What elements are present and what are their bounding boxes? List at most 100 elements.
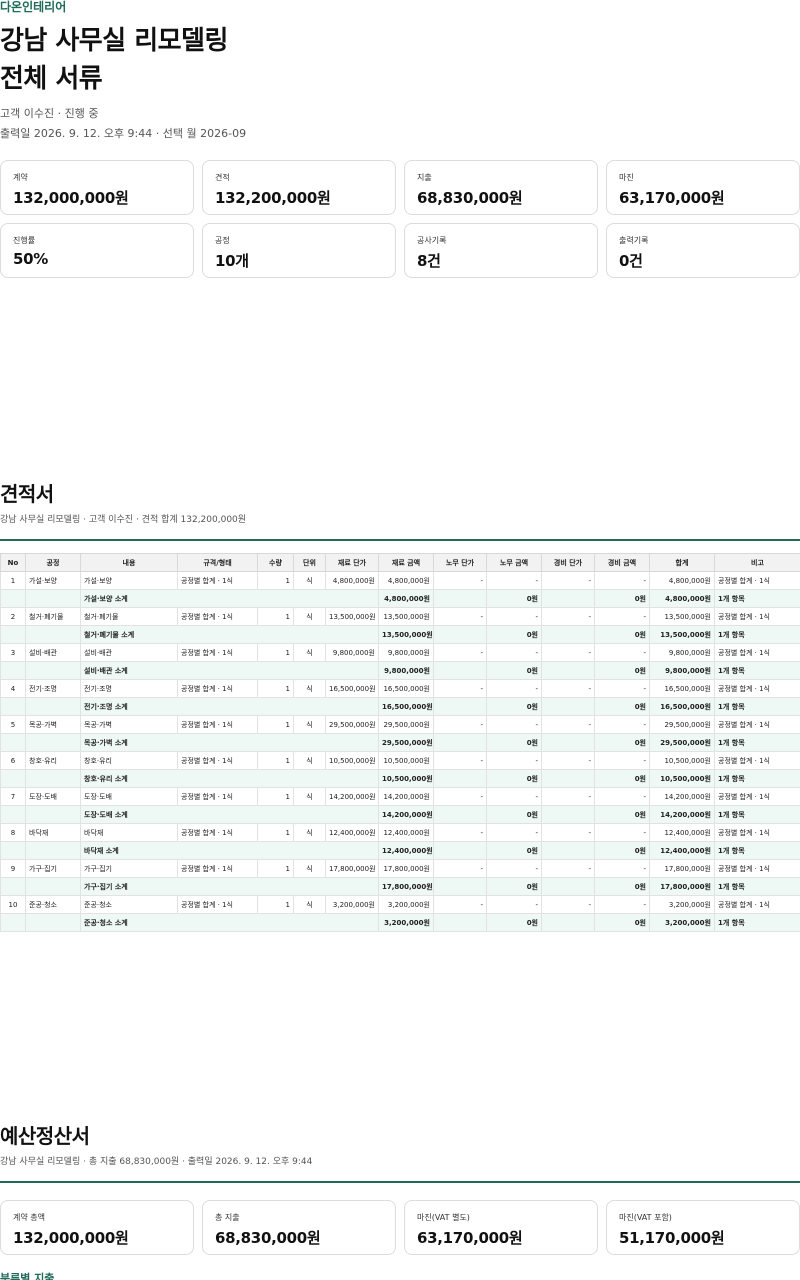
card-value: 132,200,000원: [215, 189, 331, 207]
table-cell: 10,500,000원: [378, 751, 434, 770]
card-label: 출력기록: [619, 236, 649, 245]
table-cell: [25, 841, 81, 860]
table-cell: [0, 697, 26, 716]
budget-title: 예산정산서: [0, 1124, 90, 1148]
table-cell: 29,500,000원: [649, 715, 715, 734]
table-cell: 0원: [486, 697, 542, 716]
table-cell: -: [486, 715, 542, 734]
column-header: 내용: [80, 553, 178, 572]
table-cell: 4,800,000원: [378, 589, 434, 608]
table-cell: 2: [0, 607, 26, 626]
table-cell: 29,500,000원: [378, 715, 434, 734]
summary-card-work-log: 공사기록 8건: [404, 223, 598, 278]
table-cell: 9,800,000원: [378, 643, 434, 662]
table-cell: 0원: [486, 805, 542, 824]
table-cell: [541, 733, 595, 752]
table-cell: [0, 877, 26, 896]
table-cell: 9,800,000원: [378, 661, 434, 680]
card-label: 마진(VAT 별도): [417, 1213, 470, 1222]
table-cell: 0원: [594, 913, 650, 932]
card-value: 50%: [13, 250, 49, 268]
table-cell: [0, 625, 26, 644]
table-cell: 준공·청소: [25, 895, 81, 914]
table-cell: 12,400,000원: [378, 823, 434, 842]
table-cell: 16,500,000원: [649, 697, 715, 716]
table-cell: -: [541, 787, 595, 806]
table-cell: 12,400,000원: [325, 823, 379, 842]
table-cell: -: [541, 751, 595, 770]
table-cell: 준공·청소: [80, 895, 178, 914]
table-cell: 공정별 합계 · 1식: [177, 571, 258, 590]
table-cell: -: [486, 607, 542, 626]
table-cell: 5: [0, 715, 26, 734]
table-cell: 1: [257, 787, 294, 806]
table-cell: [541, 625, 595, 644]
table-cell: -: [433, 787, 487, 806]
table-cell: -: [541, 715, 595, 734]
table-cell: 철거·폐기물: [80, 607, 178, 626]
table-cell: 목공·가벽: [80, 715, 178, 734]
table-cell: 6: [0, 751, 26, 770]
table-cell: 10,500,000원: [325, 751, 379, 770]
table-cell: 1개 항목: [714, 625, 800, 644]
table-cell: 식: [293, 679, 326, 698]
table-cell: 공정별 합계 · 1식: [177, 607, 258, 626]
table-cell: 가구·집기: [80, 859, 178, 878]
table-cell: 29,500,000원: [378, 733, 434, 752]
table-cell: 29,500,000원: [649, 733, 715, 752]
table-cell: [0, 733, 26, 752]
table-cell: 3,200,000원: [649, 913, 715, 932]
subtotal-row: 가구·집기 소계 17,800,000원 0원 0원 17,800,000원 1개 항목: [0, 877, 800, 896]
table-cell: 1: [257, 715, 294, 734]
card-label: 계약: [13, 173, 28, 182]
table-cell: 14,200,000원: [325, 787, 379, 806]
table-cell: 창호·유리: [80, 751, 178, 770]
table-cell: -: [433, 607, 487, 626]
table-cell: 12,400,000원: [649, 823, 715, 842]
table-cell: 바닥재: [25, 823, 81, 842]
table-cell: 7: [0, 787, 26, 806]
table-cell: 4,800,000원: [325, 571, 379, 590]
table-cell: 1개 항목: [714, 589, 800, 608]
estimate-header-row: No 공정 내용 규격/형태 수량 단위 재료 단가 재료 금액 노무 단가 노무 금액 경비 단가…: [0, 553, 800, 572]
table-cell: [0, 805, 26, 824]
column-header: 노무 금액: [486, 553, 542, 572]
table-cell: -: [433, 715, 487, 734]
estimate-title: 견적서: [0, 482, 54, 506]
column-header: No: [0, 553, 26, 572]
table-cell: 1개 항목: [714, 769, 800, 788]
table-row: 2 철거·폐기물 철거·폐기물 공정별 합계 · 1식 1 식 13,500,000원 13,…: [0, 607, 800, 626]
table-cell: -: [433, 679, 487, 698]
table-cell: 9,800,000원: [649, 643, 715, 662]
table-cell: -: [433, 751, 487, 770]
table-cell: 10,500,000원: [649, 751, 715, 770]
table-cell: 1개 항목: [714, 877, 800, 896]
table-cell: 29,500,000원: [325, 715, 379, 734]
table-cell: [0, 913, 26, 932]
table-cell: 공정별 합계 · 1식: [714, 859, 800, 878]
table-cell: -: [541, 895, 595, 914]
column-header: 노무 단가: [433, 553, 487, 572]
table-cell: -: [594, 571, 650, 590]
table-cell: 9: [0, 859, 26, 878]
table-cell: 3,200,000원: [378, 913, 434, 932]
table-cell: -: [486, 859, 542, 878]
table-cell: 식: [293, 787, 326, 806]
table-cell: [25, 625, 81, 644]
card-label: 마진(VAT 포함): [619, 1213, 672, 1222]
table-cell: 14,200,000원: [378, 787, 434, 806]
table-row: 9 가구·집기 가구·집기 공정별 합계 · 1식 1 식 17,800,000원 17,80…: [0, 859, 800, 878]
table-cell: [433, 841, 487, 860]
table-cell: 1개 항목: [714, 697, 800, 716]
summary-card-process-count: 공정 10개: [202, 223, 396, 278]
card-label: 진행률: [13, 236, 36, 245]
table-row: 4 전기·조명 전기·조명 공정별 합계 · 1식 1 식 16,500,000원 16,50…: [0, 679, 800, 698]
table-cell: 3,200,000원: [378, 895, 434, 914]
table-row: 7 도장·도배 도장·도배 공정별 합계 · 1식 1 식 14,200,000원 14,20…: [0, 787, 800, 806]
table-cell: 바닥재: [80, 823, 178, 842]
table-cell: 가설·보양: [80, 571, 178, 590]
table-cell: [433, 877, 487, 896]
card-value: 68,830,000원: [417, 189, 523, 207]
table-cell: [433, 913, 487, 932]
table-cell: 설비·배관 소계: [80, 661, 379, 680]
